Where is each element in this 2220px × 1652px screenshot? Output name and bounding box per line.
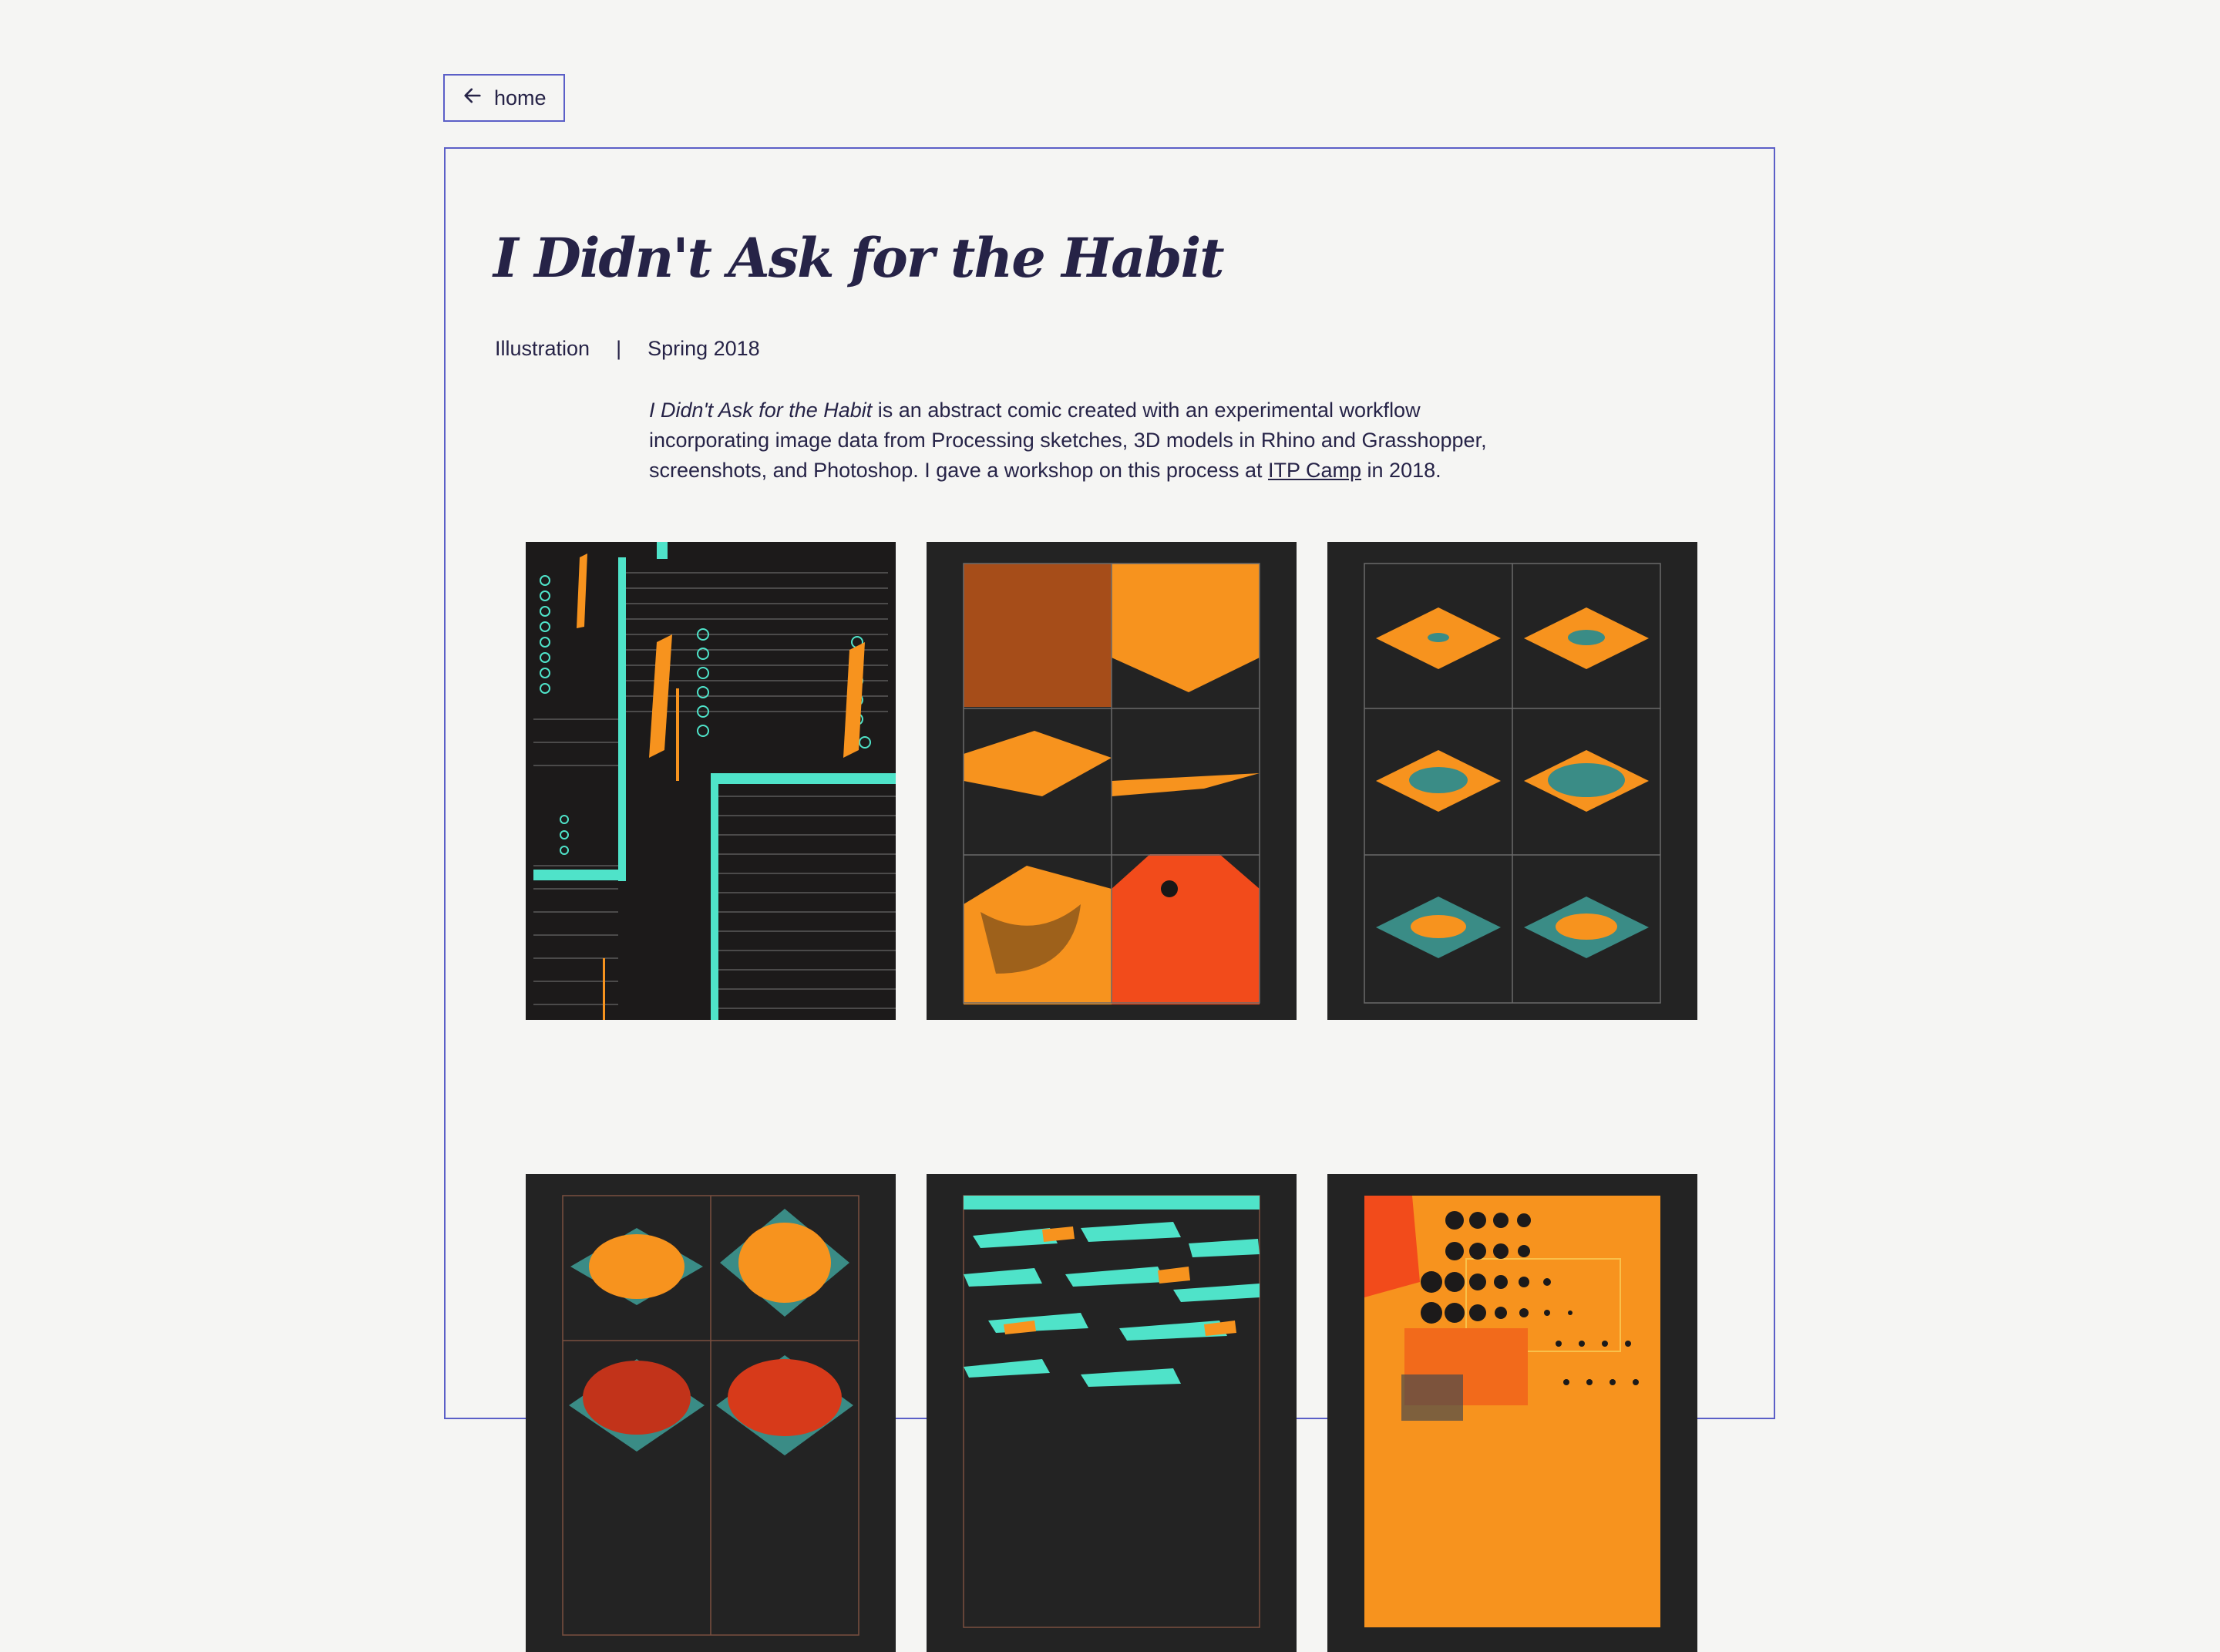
project-description: I Didn't Ask for the Habit is an abstrac… — [649, 395, 1497, 486]
description-title: I Didn't Ask for the Habit — [649, 399, 873, 422]
gallery-image-2[interactable] — [927, 542, 1297, 1020]
arrow-left-icon — [462, 85, 483, 112]
gallery-image-4[interactable] — [526, 1174, 896, 1652]
artwork-diamond-grid — [1327, 542, 1697, 1020]
artwork-dotted-diamonds — [526, 1174, 896, 1652]
gallery-image-6[interactable] — [1327, 1174, 1697, 1652]
home-label: home — [494, 86, 547, 109]
gallery-image-5[interactable] — [927, 1174, 1297, 1652]
project-title: I Didn't Ask for the Habit — [493, 226, 1225, 290]
home-button[interactable]: home — [443, 74, 565, 122]
meta-separator: | — [616, 337, 622, 360]
description-tail: in 2018. — [1361, 459, 1441, 482]
artwork-dot-collage — [1327, 1174, 1697, 1652]
gallery-image-1[interactable] — [526, 542, 896, 1020]
project-date: Spring 2018 — [648, 337, 760, 360]
artwork-floating-slabs — [927, 1174, 1297, 1652]
project-category: Illustration — [495, 337, 590, 360]
gallery-image-3[interactable] — [1327, 542, 1697, 1020]
project-card: I Didn't Ask for the Habit Illustration … — [444, 147, 1775, 1652]
project-meta: Illustration | Spring 2018 — [495, 337, 760, 361]
itp-camp-link[interactable]: ITP Camp — [1268, 459, 1361, 482]
artwork-wireframe-towers — [526, 542, 896, 1020]
artwork-orange-planes — [927, 542, 1297, 1020]
